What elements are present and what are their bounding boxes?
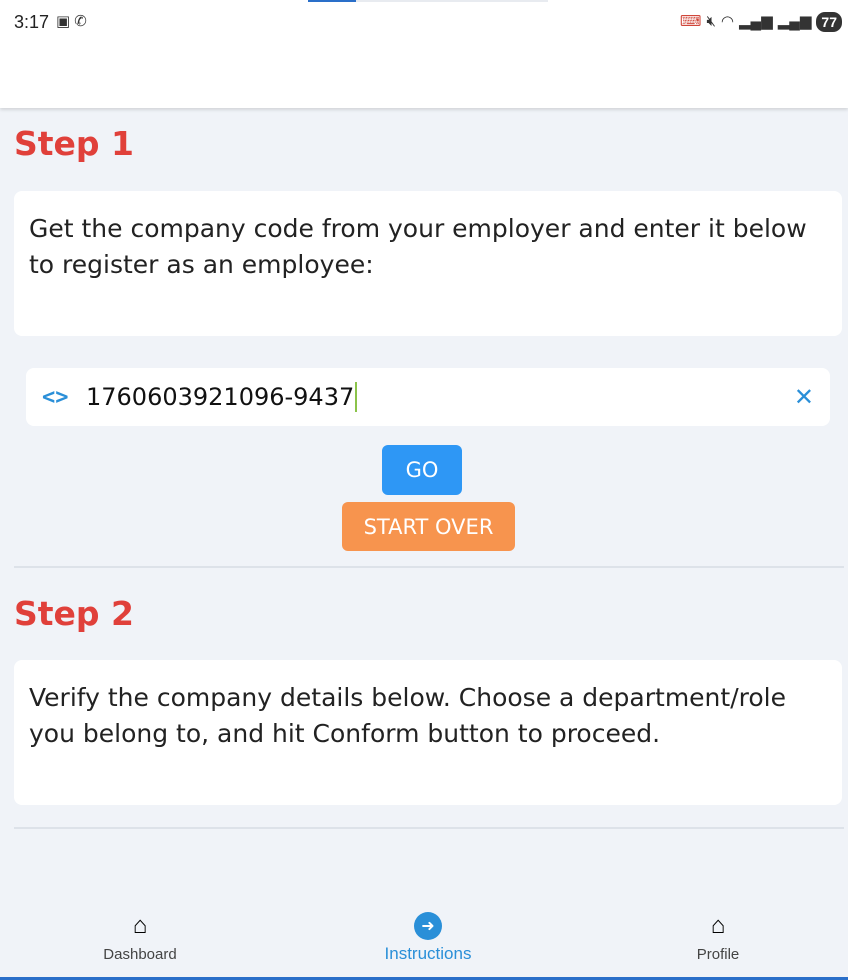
battery-indicator: 77 xyxy=(816,12,842,32)
step1-instructions: Get the company code from your employer … xyxy=(29,214,807,279)
status-left-icons: ▣ ✆ xyxy=(56,12,87,32)
home-icon: ⌂ xyxy=(710,912,726,939)
step2-instructions: Verify the company details below. Choose… xyxy=(29,683,786,748)
company-code-value[interactable]: 1760603921096-9437 xyxy=(86,383,354,411)
nav-label: Dashboard xyxy=(103,946,177,963)
company-code-input[interactable]: <> 1760603921096-9437 ✕ xyxy=(26,368,830,426)
signal-icon: ▂▄▆ xyxy=(777,13,812,30)
clear-icon[interactable]: ✕ xyxy=(794,383,814,412)
home-icon: ⌂ xyxy=(132,912,148,939)
code-icon: <> xyxy=(42,384,69,410)
whatsapp-icon: ✆ xyxy=(74,13,87,30)
step1-title: Step 1 xyxy=(14,124,134,163)
status-right-icons: ⌨ 🔇︎ ◠ ▂▄▆ ▂▄▆ 77 xyxy=(680,12,842,32)
directions-icon: ➜ xyxy=(414,912,442,940)
nav-label: Instructions xyxy=(384,944,472,963)
nav-instructions[interactable]: ➜ Instructions xyxy=(358,910,498,964)
text-cursor xyxy=(355,382,358,412)
bottom-navigation: ⌂ Dashboard ➜ Instructions ⌂ Profile xyxy=(0,910,848,980)
signal-icon: ▂▄▆ xyxy=(739,13,773,30)
wifi-icon: ◠ xyxy=(720,13,735,30)
progress-indicator xyxy=(308,0,548,2)
screenshot-icon: ▣ xyxy=(56,13,71,30)
cast-icon: ⌨ xyxy=(679,13,702,30)
step1-instructions-card: Get the company code from your employer … xyxy=(14,191,842,336)
nav-profile[interactable]: ⌂ Profile xyxy=(648,910,788,963)
step2-title: Step 2 xyxy=(14,594,134,633)
divider xyxy=(14,827,844,829)
nav-dashboard[interactable]: ⌂ Dashboard xyxy=(70,910,210,963)
nav-label: Profile xyxy=(696,946,740,963)
go-button[interactable]: GO xyxy=(382,445,462,495)
progress-fill xyxy=(308,0,356,2)
divider xyxy=(14,566,844,568)
mute-icon: 🔇︎ xyxy=(706,13,716,30)
top-bar: 3:17 ▣ ✆ ⌨ 🔇︎ ◠ ▂▄▆ ▂▄▆ 77 xyxy=(0,0,848,108)
step2-instructions-card: Verify the company details below. Choose… xyxy=(14,660,842,805)
status-time: 3:17 xyxy=(14,12,50,32)
start-over-button[interactable]: START OVER xyxy=(342,502,515,551)
